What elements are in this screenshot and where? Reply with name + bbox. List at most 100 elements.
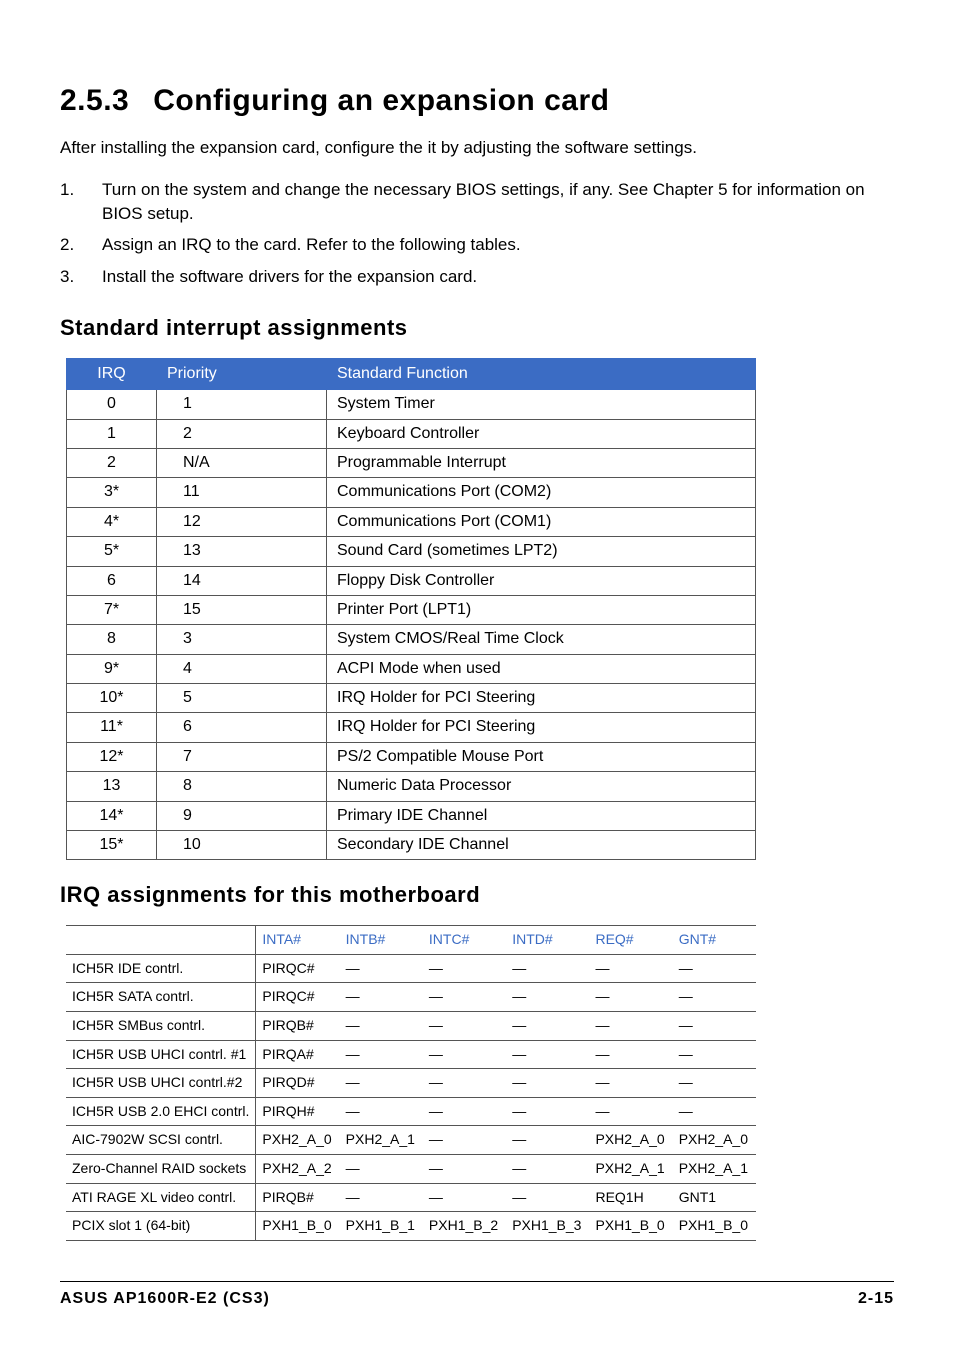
cell-intb: PXH1_B_1 bbox=[340, 1212, 423, 1241]
col-intb: INTB# bbox=[340, 926, 423, 955]
cell-irq: 1 bbox=[67, 419, 157, 448]
cell-inta: PIRQC# bbox=[256, 954, 340, 983]
cell-intc: PXH1_B_2 bbox=[423, 1212, 506, 1241]
cell-device: ICH5R USB UHCI contrl.#2 bbox=[66, 1069, 256, 1098]
cell-function: IRQ Holder for PCI Steering bbox=[327, 684, 756, 713]
cell-gnt: PXH2_A_1 bbox=[673, 1154, 756, 1183]
cell-function: ACPI Mode when used bbox=[327, 654, 756, 683]
table-row: ICH5R SMBus contrl.PIRQB#————— bbox=[66, 1012, 756, 1041]
cell-gnt: — bbox=[673, 1040, 756, 1069]
cell-gnt: — bbox=[673, 1097, 756, 1126]
cell-intc: — bbox=[423, 1154, 506, 1183]
page-footer: ASUS AP1600R-E2 (CS3) 2-15 bbox=[60, 1281, 894, 1310]
table-row: 138Numeric Data Processor bbox=[67, 772, 756, 801]
col-intc: INTC# bbox=[423, 926, 506, 955]
cell-priority: 13 bbox=[157, 537, 327, 566]
cell-inta: PIRQA# bbox=[256, 1040, 340, 1069]
table-header-row: IRQ Priority Standard Function bbox=[67, 358, 756, 389]
table-row: 4*12Communications Port (COM1) bbox=[67, 507, 756, 536]
sia-table: IRQ Priority Standard Function 01System … bbox=[66, 358, 756, 861]
col-gnt: GNT# bbox=[673, 926, 756, 955]
cell-intd: PXH1_B_3 bbox=[506, 1212, 589, 1241]
footer-right: 2-15 bbox=[858, 1288, 894, 1310]
cell-inta: PXH2_A_0 bbox=[256, 1126, 340, 1155]
cell-inta: PIRQB# bbox=[256, 1183, 340, 1212]
cell-intb: — bbox=[340, 1183, 423, 1212]
cell-priority: 11 bbox=[157, 478, 327, 507]
cell-req: — bbox=[589, 1012, 672, 1041]
table-row: ATI RAGE XL video contrl.PIRQB#———REQ1HG… bbox=[66, 1183, 756, 1212]
table-row: 14*9Primary IDE Channel bbox=[67, 801, 756, 830]
col-irq: IRQ bbox=[67, 358, 157, 389]
mb-table: INTA# INTB# INTC# INTD# REQ# GNT# ICH5R … bbox=[66, 925, 756, 1241]
step-item: 2.Assign an IRQ to the card. Refer to th… bbox=[60, 233, 894, 257]
table-row: 01System Timer bbox=[67, 390, 756, 419]
cell-req: — bbox=[589, 1097, 672, 1126]
cell-irq: 9* bbox=[67, 654, 157, 683]
cell-intb: — bbox=[340, 1012, 423, 1041]
cell-irq: 3* bbox=[67, 478, 157, 507]
cell-intc: — bbox=[423, 1069, 506, 1098]
cell-irq: 10* bbox=[67, 684, 157, 713]
cell-gnt: — bbox=[673, 954, 756, 983]
cell-device: ICH5R USB 2.0 EHCI contrl. bbox=[66, 1097, 256, 1126]
cell-inta: PIRQB# bbox=[256, 1012, 340, 1041]
table-row: ICH5R USB UHCI contrl.#2PIRQD#————— bbox=[66, 1069, 756, 1098]
cell-req: — bbox=[589, 1040, 672, 1069]
cell-priority: 5 bbox=[157, 684, 327, 713]
section-heading: 2.5.3 Configuring an expansion card bbox=[60, 80, 894, 122]
cell-function: Programmable Interrupt bbox=[327, 448, 756, 477]
cell-function: Secondary IDE Channel bbox=[327, 831, 756, 860]
cell-irq: 0 bbox=[67, 390, 157, 419]
section-title: Configuring an expansion card bbox=[153, 80, 609, 122]
step-number: 2. bbox=[60, 233, 80, 257]
table-header-row: INTA# INTB# INTC# INTD# REQ# GNT# bbox=[66, 926, 756, 955]
cell-priority: 6 bbox=[157, 713, 327, 742]
col-function: Standard Function bbox=[327, 358, 756, 389]
cell-device: AIC-7902W SCSI contrl. bbox=[66, 1126, 256, 1155]
cell-gnt: PXH1_B_0 bbox=[673, 1212, 756, 1241]
cell-inta: PIRQH# bbox=[256, 1097, 340, 1126]
cell-priority: 9 bbox=[157, 801, 327, 830]
table-row: ICH5R IDE contrl.PIRQC#————— bbox=[66, 954, 756, 983]
cell-intc: — bbox=[423, 1126, 506, 1155]
cell-intb: — bbox=[340, 954, 423, 983]
cell-intd: — bbox=[506, 1154, 589, 1183]
cell-intc: — bbox=[423, 1097, 506, 1126]
cell-intd: — bbox=[506, 1097, 589, 1126]
cell-irq: 5* bbox=[67, 537, 157, 566]
cell-function: Sound Card (sometimes LPT2) bbox=[327, 537, 756, 566]
cell-req: PXH1_B_0 bbox=[589, 1212, 672, 1241]
cell-priority: 14 bbox=[157, 566, 327, 595]
cell-intd: — bbox=[506, 954, 589, 983]
cell-priority: 1 bbox=[157, 390, 327, 419]
cell-inta: PXH1_B_0 bbox=[256, 1212, 340, 1241]
cell-irq: 8 bbox=[67, 625, 157, 654]
cell-irq: 11* bbox=[67, 713, 157, 742]
cell-gnt: — bbox=[673, 1012, 756, 1041]
table-row: 5*13Sound Card (sometimes LPT2) bbox=[67, 537, 756, 566]
cell-irq: 6 bbox=[67, 566, 157, 595]
intro-paragraph: After installing the expansion card, con… bbox=[60, 136, 894, 160]
cell-function: Primary IDE Channel bbox=[327, 801, 756, 830]
cell-intb: PXH2_A_1 bbox=[340, 1126, 423, 1155]
cell-gnt: — bbox=[673, 983, 756, 1012]
cell-req: PXH2_A_1 bbox=[589, 1154, 672, 1183]
section-number: 2.5.3 bbox=[60, 80, 129, 122]
cell-function: Numeric Data Processor bbox=[327, 772, 756, 801]
cell-gnt: GNT1 bbox=[673, 1183, 756, 1212]
cell-function: Communications Port (COM1) bbox=[327, 507, 756, 536]
table-row: AIC-7902W SCSI contrl.PXH2_A_0PXH2_A_1——… bbox=[66, 1126, 756, 1155]
cell-priority: 3 bbox=[157, 625, 327, 654]
step-text: Install the software drivers for the exp… bbox=[102, 265, 894, 289]
col-device bbox=[66, 926, 256, 955]
step-item: 1.Turn on the system and change the nece… bbox=[60, 178, 894, 226]
cell-intd: — bbox=[506, 1040, 589, 1069]
cell-device: ICH5R IDE contrl. bbox=[66, 954, 256, 983]
cell-intb: — bbox=[340, 1097, 423, 1126]
step-text: Turn on the system and change the necess… bbox=[102, 178, 894, 226]
cell-intc: — bbox=[423, 1183, 506, 1212]
cell-req: — bbox=[589, 983, 672, 1012]
step-item: 3.Install the software drivers for the e… bbox=[60, 265, 894, 289]
table-row: 10*5IRQ Holder for PCI Steering bbox=[67, 684, 756, 713]
